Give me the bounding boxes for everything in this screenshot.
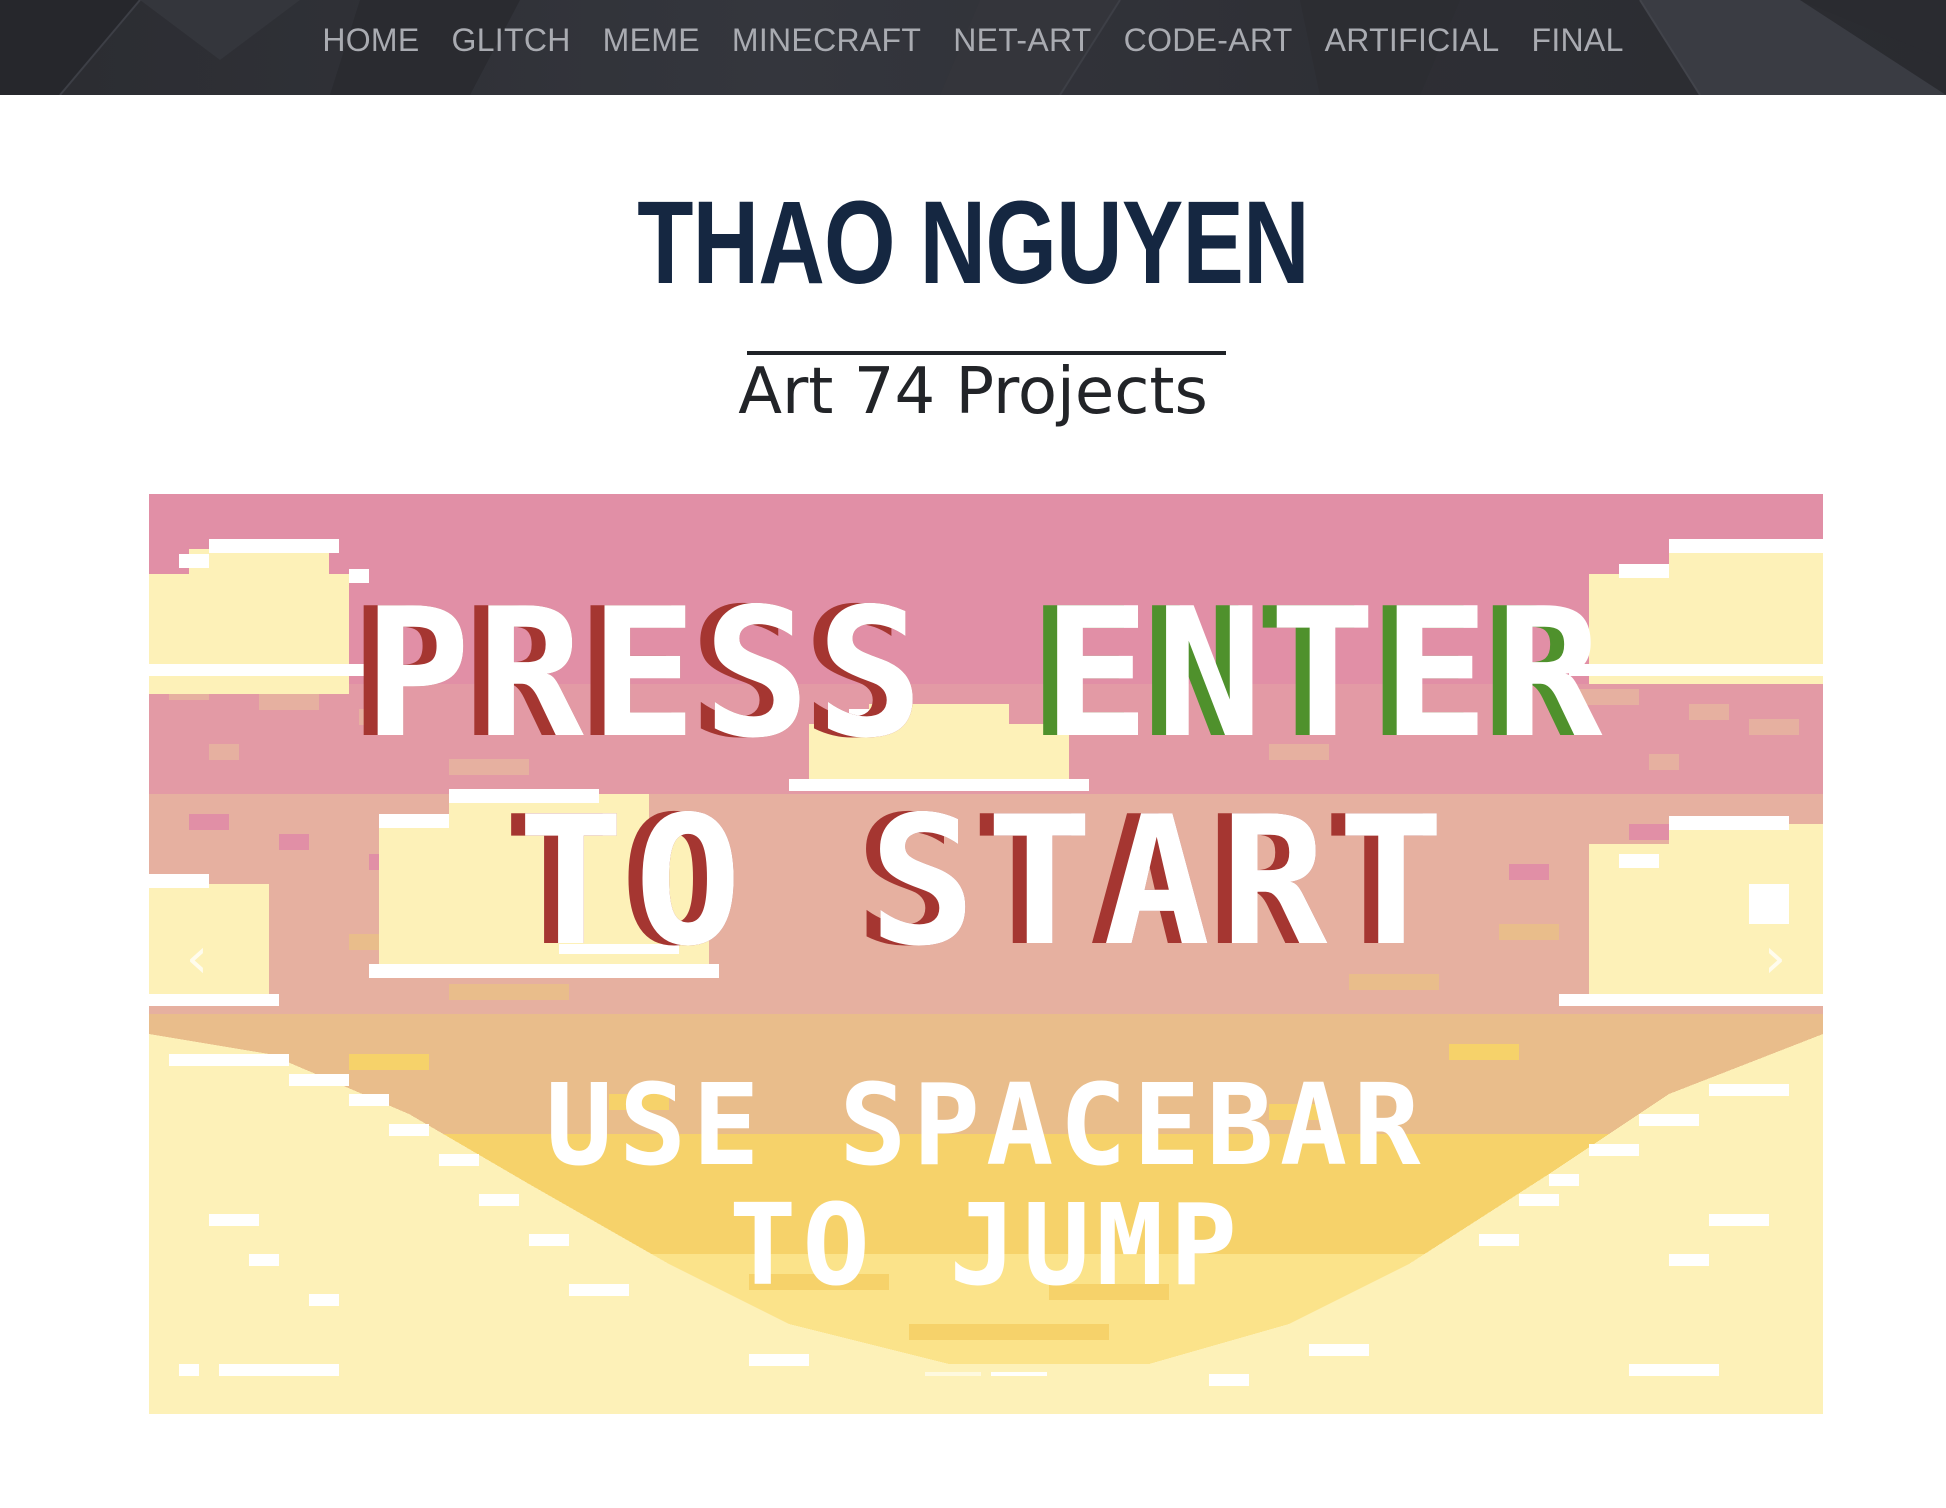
page-subtitle: Art 74 Projects: [738, 355, 1208, 429]
to-start-heading: TO START: [517, 778, 1455, 985]
top-navbar: HOME GLITCH MEME MINECRAFT NET-ART CODE-…: [0, 0, 1946, 95]
carousel-indicator[interactable]: [925, 1372, 981, 1376]
nav-item-net-art[interactable]: NET-ART: [937, 22, 1107, 59]
to-jump-text: TO JUMP: [728, 1181, 1243, 1311]
nav-item-meme[interactable]: MEME: [587, 22, 716, 59]
press-word: PRESS: [363, 570, 930, 777]
nav-item-artificial[interactable]: ARTIFICIAL: [1309, 22, 1516, 59]
nav-item-code-art[interactable]: CODE-ART: [1108, 22, 1309, 59]
nav-item-final[interactable]: FINAL: [1515, 22, 1639, 59]
enter-word: ENTER: [1042, 570, 1609, 777]
nav-item-minecraft[interactable]: MINECRAFT: [716, 22, 937, 59]
chevron-left-icon[interactable]: ‹: [167, 929, 227, 989]
nav-menu: HOME GLITCH MEME MINECRAFT NET-ART CODE-…: [0, 0, 1946, 80]
image-carousel[interactable]: PRESS ENTER TO START USE SPACEBAR TO JUM…: [149, 494, 1823, 1414]
carousel-indicators: [149, 1372, 1823, 1376]
nav-item-home[interactable]: HOME: [306, 22, 435, 59]
page-title: THAO NGUYEN: [637, 177, 1309, 309]
nav-item-glitch[interactable]: GLITCH: [436, 22, 587, 59]
use-spacebar-text: USE SPACEBAR: [545, 1061, 1427, 1191]
chevron-right-icon[interactable]: ›: [1745, 929, 1805, 989]
carousel-indicator-active[interactable]: [991, 1372, 1047, 1376]
press-enter-heading: PRESS ENTER: [149, 584, 1823, 764]
